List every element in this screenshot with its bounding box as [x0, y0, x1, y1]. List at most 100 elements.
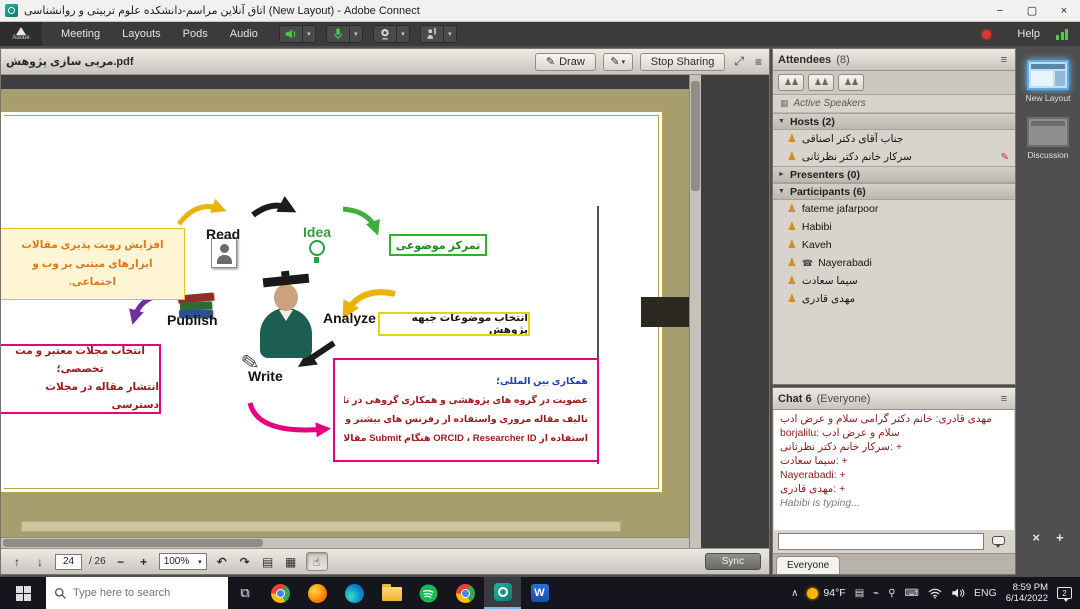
- chat-scope: (Everyone): [817, 393, 871, 405]
- attendee-view-button-3[interactable]: ♟♟: [838, 74, 864, 91]
- pod-dock-controls: × +: [1032, 530, 1063, 545]
- status-dropdown[interactable]: ▾: [444, 25, 457, 43]
- host-row[interactable]: ♟ جناب آقای دکتر اصنافی: [773, 130, 1015, 148]
- language-indicator[interactable]: ENG: [974, 587, 997, 599]
- layout-discussion[interactable]: Discussion: [1027, 117, 1069, 160]
- menu-audio[interactable]: Audio: [219, 22, 269, 46]
- close-button[interactable]: ×: [1048, 0, 1080, 21]
- export-snapshot-button[interactable]: ▤: [260, 553, 276, 570]
- minimize-button[interactable]: −: [984, 0, 1016, 21]
- speaker-button[interactable]: [279, 25, 303, 43]
- microphone-dropdown[interactable]: ▾: [350, 25, 363, 43]
- participant-row[interactable]: ♟ سیما سعادت: [773, 272, 1015, 290]
- pod-menu-icon[interactable]: ≡: [998, 393, 1010, 405]
- task-view-button[interactable]: ⧉: [228, 577, 262, 609]
- attendees-pod-header[interactable]: Attendees (8) ≡: [773, 49, 1015, 71]
- label-idea: Idea: [303, 224, 331, 240]
- pod-menu-icon[interactable]: ≡: [998, 54, 1010, 66]
- maximize-button[interactable]: ▢: [1016, 0, 1048, 21]
- participants-section-header[interactable]: ▼ Participants (6): [773, 183, 1015, 200]
- menubar-right: Help: [982, 28, 1080, 40]
- taskbar-file-explorer[interactable]: [373, 577, 410, 609]
- pan-tool-button[interactable]: ☝: [306, 552, 328, 571]
- presenters-section-header[interactable]: ► Presenters (0): [773, 166, 1015, 183]
- zoom-level-dropdown[interactable]: 100% ▾: [159, 553, 207, 570]
- horizontal-scrollbar[interactable]: [1, 537, 689, 548]
- chat-pod-header[interactable]: Chat 6 (Everyone) ≡: [773, 388, 1015, 410]
- thumbnails-button[interactable]: ▦: [283, 553, 299, 570]
- taskbar-adobe-connect[interactable]: [484, 577, 521, 609]
- tab-everyone[interactable]: Everyone: [776, 556, 840, 574]
- clock[interactable]: 8:59 PM 6/14/2022: [1006, 582, 1048, 604]
- taskbar-firefox[interactable]: [299, 577, 336, 609]
- webcam-dropdown[interactable]: ▾: [397, 25, 410, 43]
- adobe-logo[interactable]: Adobe: [0, 22, 42, 46]
- participant-row[interactable]: ♟ Kaveh: [773, 236, 1015, 254]
- taskbar-edge[interactable]: [336, 577, 373, 609]
- participant-row[interactable]: ♟ ☎ Nayerabadi: [773, 254, 1015, 272]
- chat-input[interactable]: [778, 533, 984, 550]
- zoom-in-button[interactable]: +: [136, 553, 152, 570]
- weather-temp[interactable]: 94°F: [823, 587, 845, 599]
- menu-layouts[interactable]: Layouts: [111, 22, 172, 46]
- add-icon[interactable]: +: [1056, 530, 1064, 545]
- participant-row[interactable]: ♟ مهدی قادری: [773, 290, 1015, 308]
- volume-icon[interactable]: [951, 587, 965, 599]
- taskbar-search[interactable]: [46, 577, 228, 609]
- power-tray-icon[interactable]: ⌁: [873, 588, 879, 599]
- host-row[interactable]: ♟ سرکار خانم دکتر نظرثانی ✎: [773, 148, 1015, 166]
- network-icon[interactable]: [928, 587, 942, 599]
- send-message-button[interactable]: [988, 533, 1010, 551]
- taskbar-chrome-profile[interactable]: [447, 577, 484, 609]
- stop-sharing-button[interactable]: Stop Sharing: [640, 53, 726, 71]
- chat-message-list[interactable]: مهدی قادری: خانم دکتر گرامی سلام و عرض ا…: [774, 410, 1014, 530]
- zoom-out-button[interactable]: −: [113, 553, 129, 570]
- microphone-tray-icon[interactable]: ⚲: [888, 588, 895, 599]
- attendee-view-button-1[interactable]: ♟♟: [778, 74, 804, 91]
- speaker-dropdown[interactable]: ▾: [303, 25, 316, 43]
- connection-status-icon[interactable]: [1056, 29, 1068, 40]
- page-up-button[interactable]: ↑: [9, 553, 25, 570]
- redo-button[interactable]: ↷: [237, 553, 253, 570]
- display-tray-icon[interactable]: ▤: [855, 588, 864, 599]
- pod-menu-icon[interactable]: ≡: [753, 55, 764, 69]
- microphone-button[interactable]: [326, 25, 350, 43]
- touch-keyboard-icon[interactable]: ⌨: [905, 588, 919, 599]
- start-button[interactable]: [0, 577, 46, 609]
- action-center-icon[interactable]: 2: [1057, 587, 1072, 599]
- hosts-section-header[interactable]: ▼ Hosts (2): [773, 113, 1015, 130]
- undo-button[interactable]: ↶: [214, 553, 230, 570]
- webcam-icon: [378, 27, 392, 41]
- menu-meeting[interactable]: Meeting: [50, 22, 111, 46]
- page-down-button[interactable]: ↓: [32, 553, 48, 570]
- vertical-scrollbar[interactable]: [689, 75, 701, 548]
- menu-pods[interactable]: Pods: [172, 22, 219, 46]
- drawing-indicator-icon: ✎: [1001, 152, 1009, 163]
- fullscreen-icon[interactable]: ⤢: [732, 54, 746, 69]
- participant-row[interactable]: ♟ Habibi: [773, 218, 1015, 236]
- layout-new-layout[interactable]: New Layout: [1026, 60, 1071, 103]
- search-input[interactable]: [73, 587, 213, 599]
- share-pod-header[interactable]: مریی سازی پژوهش.pdf ✎ Draw ✎ ▾ Stop Shar…: [1, 49, 769, 75]
- page-number-input[interactable]: [55, 554, 82, 570]
- document-viewport[interactable]: ✎ Read Idea Analyze Write Publish تمرکز …: [1, 75, 769, 548]
- taskbar-spotify[interactable]: [410, 577, 447, 609]
- help-menu[interactable]: Help: [1017, 28, 1040, 40]
- read-icon: [211, 238, 237, 268]
- close-icon[interactable]: ×: [1032, 530, 1040, 545]
- vertical-scrollbar-thumb[interactable]: [691, 81, 700, 191]
- participant-row[interactable]: ♟ fateme jafarpoor: [773, 200, 1015, 218]
- horizontal-scrollbar-thumb[interactable]: [3, 539, 263, 547]
- raise-hand-button[interactable]: [420, 25, 444, 43]
- speaker-control: ▾: [279, 25, 316, 43]
- typing-indicator: Habibi is typing...: [774, 496, 1014, 510]
- draw-button[interactable]: ✎ Draw: [535, 53, 596, 71]
- webcam-button[interactable]: [373, 25, 397, 43]
- recording-indicator-icon[interactable]: [982, 30, 991, 39]
- taskbar-chrome[interactable]: [262, 577, 299, 609]
- hidden-icons-chevron[interactable]: ∧: [791, 588, 798, 599]
- taskbar-word[interactable]: W: [521, 577, 558, 609]
- attendee-view-button-2[interactable]: ♟♟: [808, 74, 834, 91]
- annotation-tool-button[interactable]: ✎ ▾: [603, 53, 633, 71]
- sync-button[interactable]: Sync: [705, 553, 761, 570]
